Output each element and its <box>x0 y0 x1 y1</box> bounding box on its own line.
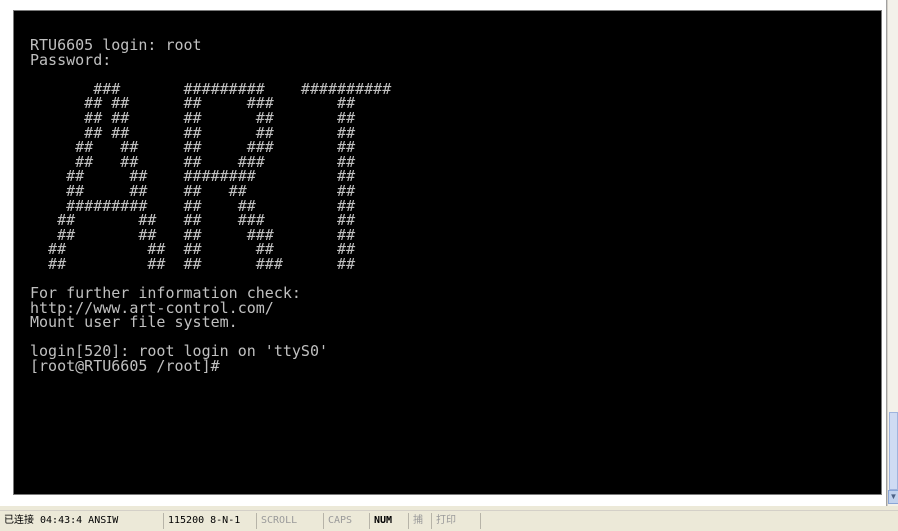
terminal-line: [root@RTU6605 /root]# <box>30 357 220 376</box>
terminal-frame: RTU6605 login: root Password: ### ######… <box>0 0 887 506</box>
terminal-output: RTU6605 login: root Password: ### ######… <box>14 11 881 374</box>
terminal-line: Mount user file system. <box>30 313 238 332</box>
status-bar: 已连接 04:43:4 ANSIW 115200 8-N-1 SCROLL CA… <box>0 510 898 531</box>
scroll-down-arrow-icon[interactable]: ▼ <box>888 490 898 504</box>
status-serial-settings: 115200 8-N-1 <box>164 513 257 529</box>
status-scroll-indicator: SCROLL <box>257 513 324 529</box>
status-num-indicator: NUM <box>370 513 409 529</box>
status-print-indicator: 打印 <box>432 513 481 529</box>
status-caps-indicator: CAPS <box>324 513 370 529</box>
terminal-screen[interactable]: RTU6605 login: root Password: ### ######… <box>13 10 882 495</box>
scroll-thumb[interactable] <box>889 412 898 490</box>
hyperterminal-window: RTU6605 login: root Password: ### ######… <box>0 0 898 531</box>
terminal-line: ## ## ## ### ## <box>30 254 356 273</box>
terminal-line: Password: <box>30 50 112 69</box>
vertical-scrollbar[interactable]: ▼ <box>887 0 898 506</box>
status-connection: 已连接 04:43:4 ANSIW <box>0 513 164 529</box>
status-capture-indicator: 捕 <box>409 513 432 529</box>
